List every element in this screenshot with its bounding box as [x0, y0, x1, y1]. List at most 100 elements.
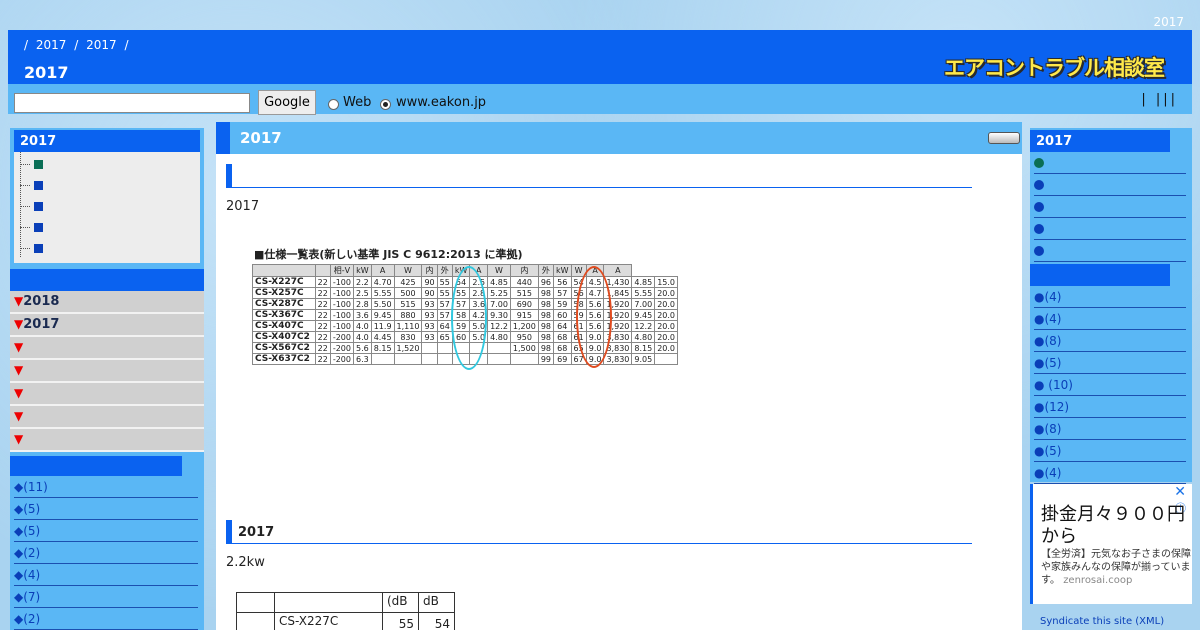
spec-cell: 3,830: [603, 353, 633, 365]
category-count-link[interactable]: ●(5): [1034, 440, 1186, 462]
archive-list: ▼2018 ▼2017 ▼ ▼ ▼ ▼ ▼: [10, 291, 204, 452]
category-section-header: [10, 456, 182, 476]
breadcrumb-link-month[interactable]: 2017: [86, 38, 117, 52]
spec-cell: -100: [329, 309, 354, 321]
recent-link[interactable]: [1034, 240, 1186, 262]
category-count-link[interactable]: ●(5): [1034, 352, 1186, 374]
tree-item[interactable]: [20, 196, 200, 217]
category-count-link[interactable]: ● (10): [1034, 374, 1186, 396]
spec-cell: CS-X287C: [252, 298, 316, 310]
breadcrumb-sep: /: [74, 38, 79, 52]
breadcrumb: / 2017 / 2017 /: [24, 38, 133, 52]
spec-cell: 1,110: [393, 320, 423, 332]
category-count-link[interactable]: ●(8): [1034, 330, 1186, 352]
recent-link[interactable]: [1034, 174, 1186, 196]
spec-cell: 4.85: [631, 276, 656, 288]
table-cell: [274, 592, 383, 613]
table-cell: [236, 612, 275, 630]
recent-link[interactable]: [1034, 152, 1186, 174]
right-section-header: [1030, 264, 1170, 286]
print-icon[interactable]: [988, 132, 1020, 144]
spec-cell: 1,520: [393, 342, 423, 354]
category-count-link[interactable]: ●(4): [1034, 462, 1186, 484]
category-link[interactable]: ◆(4): [14, 564, 198, 586]
tree-item[interactable]: [20, 217, 200, 238]
radio-site[interactable]: [380, 99, 391, 110]
category-count-link[interactable]: ●(8): [1034, 418, 1186, 440]
torn-edge: [252, 448, 678, 472]
header-links[interactable]: | |||: [1141, 92, 1178, 107]
tree-item[interactable]: [20, 154, 200, 175]
category-link[interactable]: ◆(2): [14, 542, 198, 564]
spec-table-image: ■仕様一覧表(新しい基準 JIS C 9612:2013 に準拠) 相-V kW A…: [252, 246, 678, 472]
spec-cell: 98: [537, 309, 555, 321]
category-link[interactable]: ◆(7): [14, 586, 198, 608]
ad-banner[interactable]: ✕ ⓘ 掛金月々９００円から 【全労済】元気なお子さまの保障や家族みんなの保障が…: [1030, 484, 1192, 604]
spec-cell: 57: [553, 287, 572, 299]
spec-cell: [393, 353, 423, 365]
square-icon: [34, 160, 43, 169]
spec-cell: 59: [553, 298, 572, 310]
spec-cell: 5.6: [352, 342, 372, 354]
spec-cell: 98: [537, 331, 555, 343]
spec-cell: 20.0: [654, 331, 678, 343]
archive-item[interactable]: ▼: [10, 360, 204, 383]
tree-item[interactable]: [20, 175, 200, 196]
close-icon[interactable]: ✕: [1174, 484, 1186, 500]
search-input[interactable]: [14, 93, 250, 113]
table-cell: (dB: [382, 592, 419, 613]
spec-cell: 15.0: [654, 276, 678, 288]
table-cell: dB: [418, 592, 455, 613]
dot-icon: [1034, 158, 1044, 168]
radio-web[interactable]: [328, 99, 339, 110]
spec-cell: CS-X257C: [252, 287, 316, 299]
spec-cell: 20.0: [654, 287, 678, 299]
red-highlight-oval: [576, 266, 612, 368]
spec-cell: CS-X567C2: [252, 342, 316, 354]
google-search-button[interactable]: Google: [258, 90, 316, 115]
syndicate-link[interactable]: Syndicate this site (XML): [1040, 616, 1164, 627]
spec-cell: [421, 342, 438, 354]
spec-cell: 12.2: [631, 320, 656, 332]
recent-link[interactable]: [1034, 196, 1186, 218]
spec-cell: 22: [314, 320, 331, 332]
tree-item[interactable]: [20, 238, 200, 259]
category-count-link[interactable]: ●(12): [1034, 396, 1186, 418]
breadcrumb-link-year[interactable]: 2017: [36, 38, 67, 52]
category-count-link[interactable]: ●(4): [1034, 286, 1186, 308]
spec-cell: 22: [314, 287, 331, 299]
spec-cell: 65: [436, 331, 453, 343]
spec-cell: 4.45: [370, 331, 395, 343]
spec-cell: 22: [314, 342, 331, 354]
recent-link[interactable]: [1034, 218, 1186, 240]
top-year: 2017: [1153, 15, 1184, 29]
spec-cell: 515: [393, 298, 423, 310]
spec-cell: 68: [553, 342, 572, 354]
category-link[interactable]: ◆(5): [14, 498, 198, 520]
ad-headline[interactable]: 掛金月々９００円から: [1041, 504, 1191, 548]
category-link[interactable]: ◆(5): [14, 520, 198, 542]
spec-cell: 55: [436, 276, 453, 288]
spec-cell: [487, 353, 511, 365]
site-logo[interactable]: エアコントラブル相談室: [944, 52, 1165, 82]
spec-cell: 2.2: [352, 276, 372, 288]
square-icon: [34, 244, 43, 253]
right-sidebar: 2017 ●(4) ●(4) ●(8) ●(5) ● (10) ●(12) ●(…: [1030, 128, 1192, 484]
spec-cell: -200: [329, 331, 354, 343]
radio-web-label: Web: [343, 95, 372, 110]
spec-cell: 56: [553, 276, 572, 288]
archive-item[interactable]: ▼: [10, 383, 204, 406]
spec-cell: CS-X407C: [252, 320, 316, 332]
archive-item[interactable]: ▼: [10, 429, 204, 452]
spec-cell: 950: [509, 331, 539, 343]
category-link[interactable]: ◆(11): [14, 476, 198, 498]
spec-cell: 22: [314, 331, 331, 343]
archive-item[interactable]: ▼: [10, 337, 204, 360]
archive-item[interactable]: ▼: [10, 406, 204, 429]
spec-cell: 880: [393, 309, 423, 321]
archive-item[interactable]: ▼2017: [10, 314, 204, 337]
archive-item[interactable]: ▼2018: [10, 291, 204, 314]
category-link[interactable]: ◆(2): [14, 608, 198, 630]
category-count-link[interactable]: ●(4): [1034, 308, 1186, 330]
spec-cell: 20.0: [654, 342, 678, 354]
